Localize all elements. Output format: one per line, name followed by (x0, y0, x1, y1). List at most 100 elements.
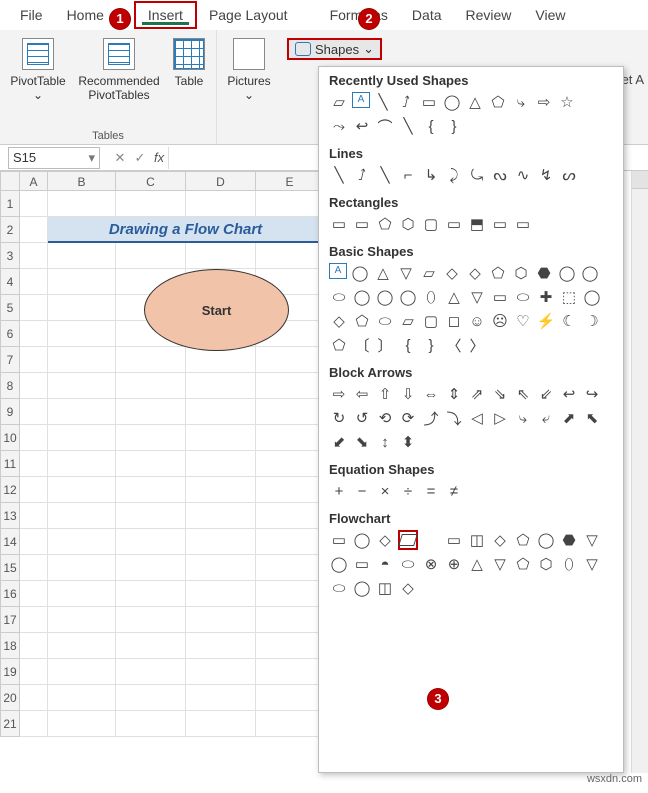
shape-item[interactable]: ⤵ (444, 408, 464, 428)
shape-item[interactable]: ÷ (398, 481, 418, 501)
column-header[interactable]: E (256, 171, 324, 191)
cell[interactable] (48, 321, 116, 347)
cell[interactable] (116, 685, 186, 711)
cell[interactable] (186, 399, 256, 425)
shape-item[interactable]: ◇ (442, 263, 462, 283)
shape-item[interactable]: ⬍ (398, 432, 418, 452)
shape-item[interactable]: ▱ (329, 92, 349, 112)
shape-item[interactable]: △ (444, 287, 464, 307)
cell[interactable] (256, 477, 324, 503)
cell[interactable] (186, 425, 256, 451)
shape-item[interactable]: ⟲ (375, 408, 395, 428)
tab-view[interactable]: View (523, 3, 577, 27)
shape-item[interactable]: ◓ (375, 554, 395, 574)
tab-data[interactable]: Data (400, 3, 454, 27)
cell[interactable] (48, 711, 116, 737)
shape-item[interactable]: ᔕ (559, 165, 579, 185)
cell[interactable] (116, 373, 186, 399)
cell[interactable] (20, 633, 48, 659)
shape-item[interactable] (398, 530, 418, 550)
cell[interactable] (256, 529, 324, 555)
cell[interactable] (48, 581, 116, 607)
cell[interactable] (186, 685, 256, 711)
column-header[interactable]: C (116, 171, 186, 191)
shape-item[interactable]: ↺ (352, 408, 372, 428)
cell[interactable] (48, 659, 116, 685)
cell[interactable] (256, 373, 324, 399)
shape-item[interactable]: ⬒ (467, 214, 487, 234)
cell[interactable] (256, 555, 324, 581)
shape-item[interactable]: ▭ (444, 214, 464, 234)
shape-item[interactable]: ⇗ (467, 384, 487, 404)
cell[interactable] (186, 529, 256, 555)
cell[interactable] (20, 373, 48, 399)
shape-item[interactable]: ⬣ (534, 263, 554, 283)
row-header[interactable]: 12 (0, 477, 20, 503)
shape-item[interactable]: ⇨ (329, 384, 349, 404)
shape-item[interactable]: ⤷ (513, 408, 533, 428)
row-header[interactable]: 13 (0, 503, 20, 529)
shape-item[interactable]: ◯ (442, 92, 462, 112)
cell[interactable] (20, 217, 48, 243)
row-header[interactable]: 6 (0, 321, 20, 347)
row-header[interactable]: 3 (0, 243, 20, 269)
shape-item[interactable]: ▭ (329, 214, 349, 234)
shapes-button[interactable]: Shapes ⌄ (287, 38, 382, 60)
shape-item[interactable]: ⇨ (534, 92, 554, 112)
shape-item[interactable]: ☾ (559, 311, 579, 331)
shape-item[interactable]: ⬠ (488, 92, 508, 112)
cell[interactable] (48, 477, 116, 503)
shape-item[interactable]: ▽ (490, 554, 510, 574)
cell[interactable] (48, 607, 116, 633)
cell[interactable] (116, 399, 186, 425)
cell[interactable] (186, 711, 256, 737)
shape-item[interactable]: ◯ (536, 530, 556, 550)
shape-item[interactable]: ↪ (582, 384, 602, 404)
cell[interactable] (116, 451, 186, 477)
shape-item[interactable]: ▭ (513, 214, 533, 234)
pictures-button[interactable]: Pictures ⌄ (221, 34, 277, 106)
cell[interactable] (20, 477, 48, 503)
start-shape[interactable]: Start (144, 269, 289, 351)
shape-item[interactable]: ◇ (375, 530, 395, 550)
cell[interactable] (20, 399, 48, 425)
row-header[interactable]: 14 (0, 529, 20, 555)
cell[interactable] (20, 425, 48, 451)
cell[interactable] (256, 399, 324, 425)
cell[interactable] (20, 243, 48, 269)
cell[interactable] (116, 529, 186, 555)
shape-item[interactable]: ⟳ (398, 408, 418, 428)
shape-item[interactable]: ↕ (375, 432, 395, 452)
shape-item[interactable]: ◫ (375, 578, 395, 598)
vertical-scrollbar[interactable] (631, 171, 648, 773)
cell[interactable] (256, 711, 324, 737)
tab-review[interactable]: Review (454, 3, 524, 27)
shape-item[interactable]: ◇ (465, 263, 485, 283)
shape-item[interactable]: ↻ (329, 408, 349, 428)
shape-item[interactable]: ╲ (375, 165, 395, 185)
shape-item[interactable]: ▭ (329, 530, 349, 550)
shape-item[interactable]: ▭ (444, 530, 464, 550)
column-header[interactable]: B (48, 171, 116, 191)
title-cell[interactable]: Drawing a Flow Chart (48, 217, 324, 243)
shape-item[interactable]: △ (467, 554, 487, 574)
cell[interactable] (116, 243, 186, 269)
shape-item[interactable]: ▭ (490, 287, 510, 307)
shape-item[interactable]: ◇ (329, 311, 349, 331)
cell[interactable] (48, 685, 116, 711)
shape-item[interactable]: ↩ (352, 116, 372, 136)
shape-item[interactable]: ▱ (398, 311, 418, 331)
shape-item[interactable]: A (352, 92, 370, 108)
shape-item[interactable]: ⬠ (329, 335, 349, 355)
tab-page-layout[interactable]: Page Layout (197, 3, 300, 27)
shape-item[interactable]: ⬠ (352, 311, 372, 331)
shape-item[interactable]: ⬭ (329, 287, 349, 307)
cell[interactable] (48, 555, 116, 581)
cell[interactable] (186, 633, 256, 659)
shape-item[interactable]: ▭ (352, 554, 372, 574)
shape-item[interactable]: ⤳ (329, 116, 349, 136)
cell[interactable] (48, 633, 116, 659)
cell[interactable] (116, 191, 186, 217)
shape-item[interactable]: ⭜ (352, 165, 372, 185)
shape-item[interactable]: ⇘ (490, 384, 510, 404)
